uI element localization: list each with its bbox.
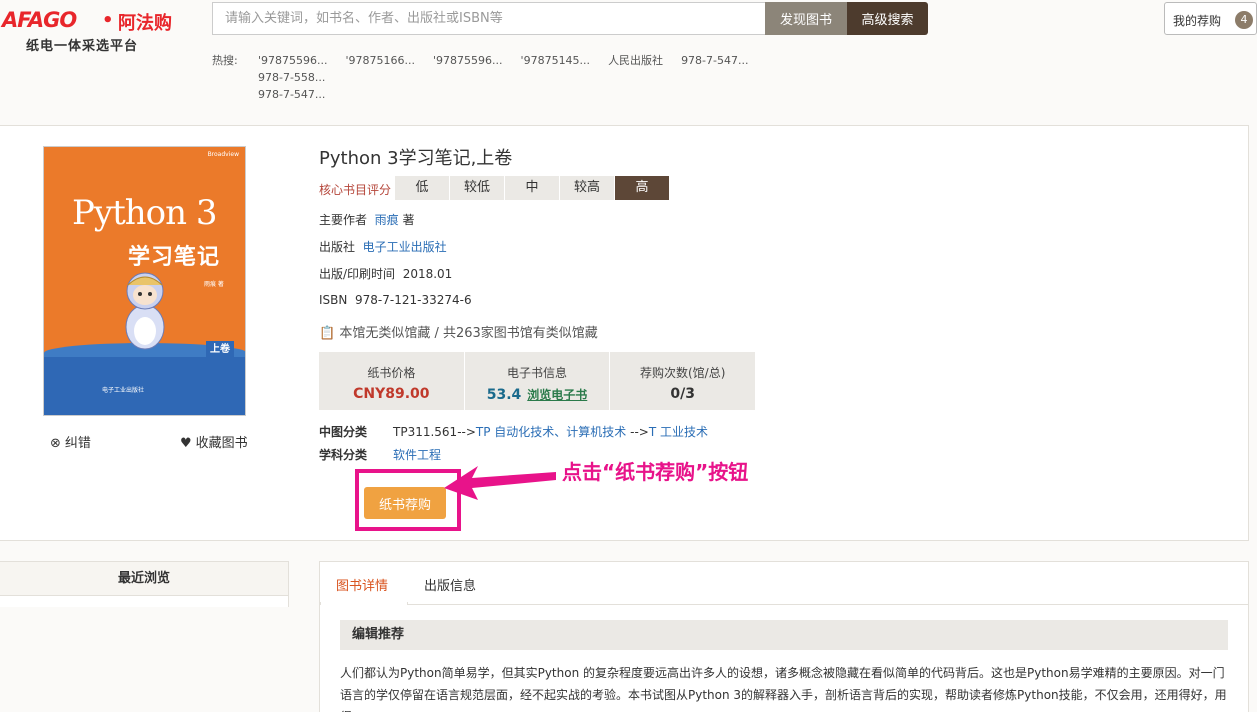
isbn-row: ISBN 978-7-121-33274-6 xyxy=(319,293,472,307)
paper-price-cell: 纸书价格 CNY89.00 xyxy=(319,352,465,410)
hot-search-item[interactable]: 978-7-558... xyxy=(258,69,325,86)
publisher-row: 出版社 电子工业出版社 xyxy=(319,238,447,255)
logo-mark: AFAGO xyxy=(2,8,77,32)
holdings-text: 本馆无类似馆藏 / 共263家图书馆有类似馆藏 xyxy=(339,326,598,341)
hot-search-list: '97875596... '97875166... '97875596... '978… xyxy=(258,52,848,103)
score-level-high: 高 xyxy=(615,176,670,200)
hot-search-item[interactable]: 人民出版社 xyxy=(608,52,663,69)
logo-separator: • xyxy=(102,10,114,31)
cover-author: 雨痕 著 xyxy=(204,281,224,288)
active-tab-indicator xyxy=(320,602,408,605)
recommend-count-value: 0/3 xyxy=(670,386,695,402)
logo-slogan: 纸电一体采选平台 xyxy=(26,39,139,54)
book-cover-image: Broadview Python 3 学习笔记 雨痕 著 上卷 电子工业出版社 xyxy=(43,146,246,416)
clc-path-link-2[interactable]: T 工业技术 xyxy=(649,425,708,439)
ebook-info-value: 53.4 浏览电子书 xyxy=(465,386,610,403)
heart-icon: ♥ xyxy=(180,436,192,451)
hot-search-item[interactable]: '97875596... xyxy=(258,52,328,69)
cover-title: Python 3 xyxy=(72,193,217,233)
tab-publication-info[interactable]: 出版信息 xyxy=(424,575,476,594)
subject-classification-row: 学科分类 软件工程 xyxy=(319,446,441,463)
clipboard-icon: 📋 xyxy=(319,326,336,341)
hot-search-item[interactable]: 978-7-547... xyxy=(258,86,325,103)
score-level-medium: 中 xyxy=(505,176,560,200)
info-tab-bar: 图书详情 出版信息 xyxy=(320,562,1248,605)
logo-name: 阿法购 xyxy=(118,13,172,34)
author-link[interactable]: 雨痕 xyxy=(375,213,399,227)
favorite-book-label: 收藏图书 xyxy=(195,436,248,451)
pubdate-label: 出版/印刷时间 xyxy=(319,267,396,281)
publisher-link[interactable]: 电子工业出版社 xyxy=(363,240,447,254)
recommendations-count-badge: 4 xyxy=(1235,11,1253,29)
author-label: 主要作者 xyxy=(319,213,368,227)
author-suffix: 著 xyxy=(402,213,415,227)
ebook-info-label: 电子书信息 xyxy=(507,366,568,380)
recent-browsing-title: 最近浏览 xyxy=(0,562,288,596)
hot-search-item[interactable]: '97875145... xyxy=(521,52,591,69)
score-level-higher: 较高 xyxy=(560,176,615,200)
hot-search-item[interactable]: '97875596... xyxy=(433,52,503,69)
cover-publisher-mark: Broadview xyxy=(207,151,239,158)
score-level-lower: 较低 xyxy=(450,176,505,200)
browse-ebook-link[interactable]: 浏览电子书 xyxy=(527,388,587,402)
report-error-button[interactable]: ⊗ 纠错 xyxy=(50,432,91,451)
core-score-bar: 低 较低 中 较高 高 xyxy=(395,176,670,200)
pointer-arrow-icon xyxy=(444,466,556,500)
ebook-price: 53.4 xyxy=(486,387,522,403)
core-score-label: 核心书目评分 xyxy=(319,183,392,197)
clc-classification-row: 中图分类 TP311.561-->TP 自动化技术、计算机技术 -->T 工业技术 xyxy=(319,423,708,440)
book-stats-table: 纸书价格 CNY89.00 电子书信息 53.4 浏览电子书 荐购次数(馆/总) … xyxy=(319,352,755,410)
search-input[interactable] xyxy=(212,2,766,35)
isbn-label: ISBN xyxy=(319,293,348,307)
my-recommendations-label: 我的荐购 xyxy=(1173,14,1222,28)
advanced-search-button[interactable]: 高级搜索 xyxy=(847,2,928,35)
hot-search-label: 热搜: xyxy=(212,54,238,67)
recommend-count-cell: 荐购次数(馆/总) 0/3 xyxy=(610,352,755,410)
paper-price-label: 纸书价格 xyxy=(367,366,416,380)
score-level-low: 低 xyxy=(395,176,450,200)
editor-recommendation-heading: 编辑推荐 xyxy=(340,620,1228,650)
favorite-book-button[interactable]: ♥ 收藏图书 xyxy=(180,432,248,451)
cover-wave-base xyxy=(44,357,245,415)
library-holdings: 📋 本馆无类似馆藏 / 共263家图书馆有类似馆藏 xyxy=(319,322,598,341)
clc-path-link-1[interactable]: TP 自动化技术、计算机技术 xyxy=(476,425,626,439)
book-info-panel: 图书详情 出版信息 编辑推荐 人们都认为Python简单易学，但其实Python… xyxy=(319,561,1249,712)
ebook-info-cell: 电子书信息 53.4 浏览电子书 xyxy=(465,352,611,410)
recent-browsing-body xyxy=(0,597,288,607)
cover-subtitle: 学习笔记 xyxy=(128,245,221,270)
instruction-callout: 点击“纸书荐购”按钮 xyxy=(562,460,749,484)
subject-link[interactable]: 软件工程 xyxy=(393,448,441,462)
recommend-paper-book-button[interactable]: 纸书荐购 xyxy=(364,487,446,519)
site-logo[interactable]: AFAGO • 阿法购 纸电一体采选平台 xyxy=(0,6,200,54)
recommend-count-label: 荐购次数(馆/总) xyxy=(639,366,726,380)
cover-volume: 上卷 xyxy=(206,341,234,359)
report-error-label: 纠错 xyxy=(64,436,91,451)
cover-publisher: 电子工业出版社 xyxy=(102,387,145,394)
hot-search-item[interactable]: '97875166... xyxy=(346,52,416,69)
editor-recommendation-text: 人们都认为Python简单易学，但其实Python 的复杂程度要远高出许多人的设… xyxy=(340,666,1227,712)
isbn-value: 978-7-121-33274-6 xyxy=(355,293,472,307)
book-title: Python 3学习笔记,上卷 xyxy=(319,148,513,169)
error-circle-icon: ⊗ xyxy=(50,436,61,451)
clc-code: TP311.561--> xyxy=(393,425,476,439)
clc-separator: --> xyxy=(630,425,649,439)
recent-browsing-panel: 最近浏览 xyxy=(0,561,289,607)
pubdate-row: 出版/印刷时间 2018.01 xyxy=(319,265,452,282)
subject-label: 学科分类 xyxy=(319,448,368,462)
clc-label: 中图分类 xyxy=(319,425,368,439)
my-recommendations-button[interactable]: 我的荐购 4 xyxy=(1164,2,1257,35)
discover-books-button[interactable]: 发现图书 xyxy=(765,2,847,35)
pubdate-value: 2018.01 xyxy=(402,267,453,281)
tab-book-details[interactable]: 图书详情 xyxy=(336,575,388,594)
hot-search-item[interactable]: 978-7-547... xyxy=(681,52,748,69)
paper-price-value: CNY89.00 xyxy=(353,386,430,402)
author-row: 主要作者 雨痕 著 xyxy=(319,211,415,228)
publisher-label: 出版社 xyxy=(319,240,356,254)
mascot-illustration xyxy=(125,272,165,350)
